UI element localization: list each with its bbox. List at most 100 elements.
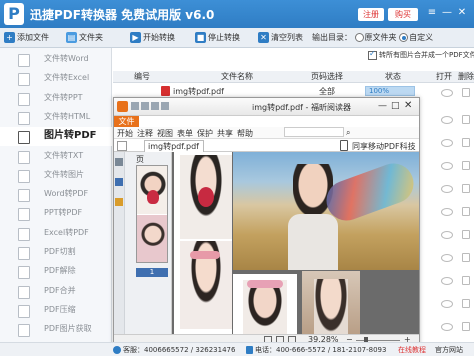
pages-panel-icon[interactable] (115, 158, 123, 166)
sidebar-item[interactable]: 文件转图片 (0, 166, 112, 185)
sidebar-item[interactable]: PDF解除 (0, 262, 112, 281)
eye-icon[interactable] (441, 89, 453, 97)
document-tab-row: img转pdf.pdf 同享移动PDF科技 (114, 139, 419, 152)
radio-original-folder[interactable] (354, 33, 364, 42)
official-website-link[interactable]: 官方网站 (435, 345, 463, 355)
sidebar-item[interactable]: 图片转PDF (0, 127, 112, 146)
document-icon (18, 73, 30, 87)
cloud-label[interactable]: 同享移动PDF科技 (352, 141, 416, 152)
eye-icon[interactable] (441, 277, 453, 285)
ribbon-protect[interactable]: 保护 (197, 128, 213, 139)
page-panel-label: 页 (136, 155, 144, 164)
register-button[interactable]: 注册 (358, 8, 384, 21)
sidebar-item[interactable]: PPT转PDF (0, 204, 112, 223)
output-directory-group: 输出目录： 原文件夹 自定义 (312, 31, 433, 45)
delete-icon[interactable] (462, 184, 470, 193)
delete-icon[interactable] (462, 276, 470, 285)
merge-checkbox[interactable]: ✓ (368, 49, 377, 60)
eye-icon[interactable] (441, 254, 453, 262)
sidebar-item[interactable]: PDF图片获取 (0, 320, 112, 339)
delete-icon[interactable] (462, 207, 470, 216)
document-icon (18, 150, 30, 164)
ribbon-comment[interactable]: 注释 (137, 128, 153, 139)
eye-icon[interactable] (441, 139, 453, 147)
menu-icon[interactable]: ≡ (426, 6, 438, 20)
document-canvas[interactable] (172, 152, 419, 334)
ribbon-view[interactable]: 视图 (157, 128, 173, 139)
ribbon-form[interactable]: 表单 (177, 128, 193, 139)
sidebar-item[interactable]: 文件转PPT (0, 89, 112, 108)
play-icon: ▶ (130, 32, 141, 43)
original-folder-label: 原文件夹 (364, 33, 397, 42)
zoom-slider[interactable] (356, 340, 400, 341)
delete-icon[interactable] (462, 138, 470, 147)
sidebar-item-label: PDF合并 (44, 285, 76, 295)
attachments-panel-icon[interactable] (115, 198, 123, 206)
sidebar-item-label: PDF图片获取 (44, 324, 92, 334)
add-folder-button[interactable]: ▤ 文件夹 (66, 31, 103, 45)
ribbon-search-input[interactable] (284, 127, 344, 137)
eye-icon[interactable] (441, 323, 453, 331)
document-tab[interactable]: img转pdf.pdf (144, 140, 204, 152)
eye-icon[interactable] (441, 231, 453, 239)
file-menu-tab[interactable]: 文件 (114, 116, 139, 127)
output-label: 输出目录： (312, 33, 352, 42)
page-thumbnail[interactable] (136, 165, 168, 263)
search-icon[interactable]: ⌕ (346, 128, 350, 138)
merge-option[interactable]: ✓ 转所有图片合并成一个PDF文件 (368, 49, 474, 62)
eye-icon[interactable] (441, 185, 453, 193)
add-file-button[interactable]: + 添加文件 (4, 31, 49, 45)
eye-icon[interactable] (441, 208, 453, 216)
delete-icon[interactable] (462, 322, 470, 331)
sidebar-item-label: Excel转PDF (44, 227, 89, 237)
phone-label: 电话： (255, 346, 276, 354)
document-icon (18, 189, 30, 203)
start-convert-button[interactable]: ▶ 开始转换 (130, 31, 175, 45)
qq-number-2: 326231476 (195, 346, 236, 354)
sidebar-item[interactable]: 文件转Word (0, 50, 112, 69)
delete-icon[interactable] (462, 88, 470, 97)
delete-icon[interactable] (462, 299, 470, 308)
pdf-viewer-window[interactable]: img转pdf.pdf - 福昕阅读器 — □ ✕ 文件 开始 注释 视图 表单… (113, 97, 420, 346)
ribbon-home[interactable]: 开始 (117, 128, 133, 139)
delete-icon[interactable] (462, 230, 470, 239)
delete-icon[interactable] (462, 115, 470, 124)
phone-number-2: 181-2107-8093 (332, 346, 387, 354)
delete-icon[interactable] (462, 161, 470, 170)
viewer-minimize-icon[interactable]: — (378, 101, 387, 111)
sidebar-item[interactable]: Word转PDF (0, 185, 112, 204)
delete-icon[interactable] (462, 253, 470, 262)
sidebar-item[interactable]: 文件转HTML (0, 108, 112, 127)
ribbon-share[interactable]: 共享 (217, 128, 233, 139)
online-tutorial-link[interactable]: 在线教程 (398, 345, 426, 355)
merge-label: 转所有图片合并成一个PDF文件 (379, 51, 474, 59)
eye-icon[interactable] (441, 116, 453, 124)
minimize-icon[interactable]: — (441, 6, 453, 20)
sidebar-item[interactable]: Excel转PDF (0, 224, 112, 243)
sidebar-item[interactable]: PDF压缩 (0, 301, 112, 320)
sidebar-item[interactable]: PDF合并 (0, 282, 112, 301)
sidebar-item[interactable]: 文件转Excel (0, 69, 112, 88)
eye-icon[interactable] (441, 300, 453, 308)
stop-convert-button[interactable]: ■ 停止转换 (195, 31, 240, 45)
qq-contact: 客服：4006665572 / 326231476 (113, 345, 235, 355)
sidebar-item[interactable]: PDF切割 (0, 243, 112, 262)
sidebar-item[interactable]: 文件转TXT (0, 147, 112, 166)
eye-icon[interactable] (441, 162, 453, 170)
viewer-maximize-icon[interactable]: □ (391, 101, 400, 111)
radio-custom-folder[interactable] (399, 33, 409, 42)
bookmarks-panel-icon[interactable] (115, 178, 123, 186)
table-row[interactable]: img转pdf.pdf 全部 100% (113, 84, 474, 98)
photo-girl-with-kite (233, 152, 419, 270)
qq-icon (113, 346, 121, 354)
viewer-close-icon[interactable]: ✕ (404, 100, 412, 111)
buy-button[interactable]: 购买 (388, 8, 418, 21)
photo-bride-portrait-3 (233, 274, 297, 334)
document-icon (18, 247, 30, 260)
ribbon-help[interactable]: 帮助 (237, 128, 253, 139)
close-icon[interactable]: ✕ (456, 6, 468, 20)
stop-convert-label: 停止转换 (208, 33, 240, 42)
clear-list-button[interactable]: ✕ 清空列表 (258, 31, 303, 45)
home-tab-icon[interactable] (117, 141, 127, 151)
sidebar-item-label: 文件转图片 (44, 169, 84, 179)
